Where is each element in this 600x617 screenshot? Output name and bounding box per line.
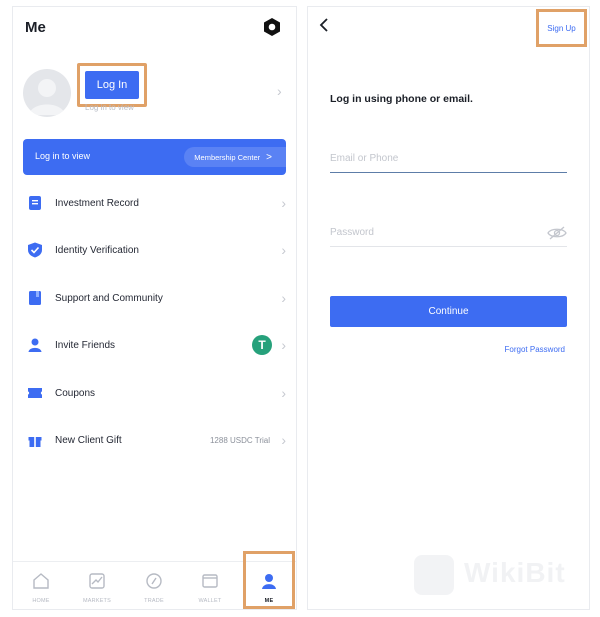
wallet-icon	[202, 574, 218, 588]
avatar[interactable]	[23, 69, 71, 117]
watermark-text: WikiBit	[464, 557, 566, 588]
tab-label: WALLET	[198, 598, 222, 604]
menu-item-support-community[interactable]: Support and Community ›	[23, 284, 286, 314]
menu-item-coupons[interactable]: Coupons ›	[23, 379, 286, 409]
email-input[interactable]	[330, 145, 567, 172]
home-icon	[33, 573, 49, 589]
membership-center-label: Membership Center	[194, 152, 261, 162]
menu-item-invite-friends[interactable]: Invite Friends T ›	[23, 331, 286, 361]
email-field[interactable]	[330, 145, 567, 173]
menu-item-label: Invite Friends	[55, 340, 116, 351]
person-icon	[28, 338, 42, 352]
page-title: Me	[25, 19, 46, 36]
login-button[interactable]: Log In	[85, 71, 139, 99]
continue-button[interactable]: Continue	[330, 296, 567, 327]
chevron-right-icon: ›	[281, 337, 286, 353]
login-headline: Log in using phone or email.	[330, 93, 473, 105]
signup-highlight-box: Sign Up	[536, 9, 587, 47]
chevron-right-icon: ›	[281, 290, 286, 306]
password-field[interactable]	[330, 219, 567, 247]
tab-label: TRADE	[144, 598, 164, 604]
membership-banner[interactable]: Log in to view Membership Center >	[23, 139, 286, 175]
me-screen: Me Log In Log in to view › Log in to vie…	[12, 6, 297, 610]
signup-link[interactable]: Sign Up	[547, 24, 575, 33]
document-icon	[29, 196, 41, 210]
watermark: WikiBit	[414, 555, 574, 595]
chevron-right-icon: ›	[281, 432, 286, 448]
chevron-right-icon: ›	[281, 242, 286, 258]
menu-item-identity-verification[interactable]: Identity Verification ›	[23, 236, 286, 266]
tab-wallet[interactable]: WALLET	[190, 572, 230, 608]
chevron-right-icon: ›	[281, 195, 286, 211]
chevron-right-icon: ›	[281, 385, 286, 401]
tab-home[interactable]: HOME	[21, 572, 61, 608]
tether-badge-icon: T	[252, 335, 272, 355]
menu-item-label: Support and Community	[55, 293, 163, 304]
menu-item-label: Identity Verification	[55, 245, 139, 256]
login-highlight-box: Log In	[77, 63, 147, 107]
tab-trade[interactable]: TRADE	[134, 572, 174, 608]
login-screen: Sign Up Log in using phone or email. Con…	[307, 6, 590, 610]
shield-check-icon	[28, 242, 42, 258]
me-tab-highlight-box	[243, 551, 295, 609]
trade-icon	[146, 573, 162, 589]
forgot-password-link[interactable]: Forgot Password	[505, 345, 565, 354]
chevron-right-icon: >	[266, 151, 272, 163]
watermark-logo-icon	[414, 555, 454, 595]
password-input[interactable]	[330, 219, 567, 246]
chevron-right-icon[interactable]: ›	[277, 83, 282, 99]
menu-item-new-client-gift[interactable]: New Client Gift 1288 USDC Trial ›	[23, 426, 286, 456]
back-arrow-icon[interactable]	[316, 17, 332, 33]
tab-markets[interactable]: MARKETS	[77, 572, 117, 608]
coupon-icon	[28, 388, 42, 398]
banner-text: Log in to view	[35, 151, 91, 161]
settings-hexagon-icon[interactable]	[262, 17, 282, 37]
tab-label: HOME	[32, 598, 50, 604]
menu-item-label: New Client Gift	[55, 435, 122, 446]
membership-center-button[interactable]: Membership Center >	[184, 147, 286, 167]
menu-item-label: Coupons	[55, 388, 96, 399]
menu-item-investment-record[interactable]: Investment Record ›	[23, 189, 286, 219]
avatar-placeholder-icon	[29, 79, 65, 115]
login-subtext: Log in to view	[85, 103, 134, 112]
menu-item-label: Investment Record	[55, 198, 139, 209]
eye-hidden-icon[interactable]	[547, 225, 567, 241]
tab-label: MARKETS	[83, 598, 111, 604]
book-icon	[29, 291, 41, 305]
chart-icon	[89, 573, 105, 589]
gift-icon	[28, 437, 42, 447]
gift-value-text: 1288 USDC Trial	[209, 436, 270, 445]
